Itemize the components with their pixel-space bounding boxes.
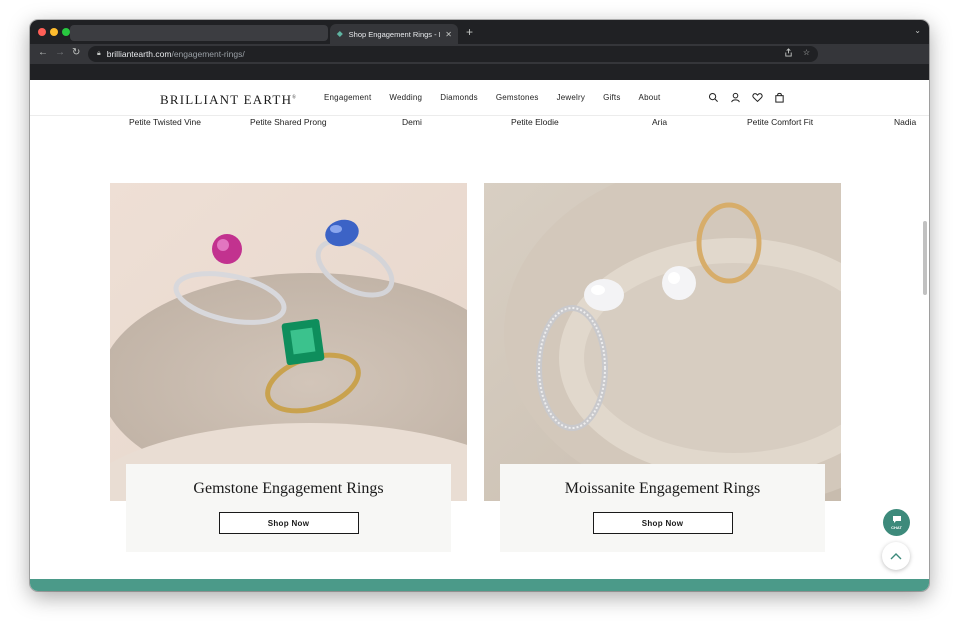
moissanite-card[interactable]: Moissanite Engagement Rings Shop Now [484,183,841,552]
back-arrow-icon[interactable]: ← [38,47,48,58]
new-tab-icon[interactable]: + [466,25,473,39]
moissanite-card-panel: Moissanite Engagement Rings Shop Now [500,464,825,552]
gemstone-card-title: Gemstone Engagement Rings [193,480,384,497]
site-header: BRILLIANT EARTH® Engagement Wedding Diam… [30,80,929,116]
moissanite-card-title: Moissanite Engagement Rings [564,480,761,497]
style-petite-twisted-vine[interactable]: Petite Twisted Vine [129,117,201,127]
gemstone-card-panel: Gemstone Engagement Rings Shop Now [126,464,451,552]
nav-diamonds[interactable]: Diamonds [440,93,478,102]
nav-about[interactable]: About [639,93,661,102]
header-icons [708,92,785,103]
tab-search-chevron-icon[interactable]: ⌄ [914,26,921,35]
gemstone-rings-image[interactable] [110,183,467,501]
nav-gifts[interactable]: Gifts [603,93,620,102]
nav-engagement[interactable]: Engagement [324,93,371,102]
browser-window: Shop Engagement Rings - Eth ✕ + ⌄ ← → ↻ … [30,20,929,591]
gemstone-card[interactable]: Gemstone Engagement Rings Shop Now [110,183,467,552]
gemstone-shop-now-button[interactable]: Shop Now [218,512,359,534]
brand-favicon-icon [336,30,343,38]
url-path: /engagement-rings/ [171,49,245,59]
ring-styles-row: Petite Twisted Vine Petite Shared Prong … [30,116,929,130]
url-host: brilliantearth.com [106,49,172,59]
tab-active[interactable]: Shop Engagement Rings - Eth ✕ [330,24,458,44]
style-demi[interactable]: Demi [402,117,422,127]
share-icon[interactable] [784,48,793,57]
tab-title: Shop Engagement Rings - Eth [348,29,441,39]
maximize-window-button[interactable] [62,28,70,36]
style-nadia[interactable]: Nadia [894,117,916,127]
style-aria[interactable]: Aria [652,117,667,127]
style-petite-comfort-fit[interactable]: Petite Comfort Fit [747,117,813,127]
brand-logo[interactable]: BRILLIANT EARTH® [160,92,297,108]
search-icon[interactable] [708,92,719,103]
moissanite-rings-image[interactable] [484,183,841,501]
web-page: BRILLIANT EARTH® Engagement Wedding Diam… [30,80,929,591]
chat-label: CHAT [891,525,902,530]
back-to-top-button[interactable] [882,542,910,570]
forward-arrow-icon[interactable]: → [55,47,65,58]
close-window-button[interactable] [38,28,46,36]
moissanite-shop-now-button[interactable]: Shop Now [592,512,733,534]
tab-strip: Shop Engagement Rings - Eth ✕ + ⌄ [30,20,929,44]
brand-name: BRILLIANT EARTH [160,92,293,107]
gemstone-rings-photo [110,183,467,501]
nav-gemstones[interactable]: Gemstones [496,93,539,102]
page-scrollbar[interactable] [923,221,927,295]
wishlist-heart-icon[interactable] [752,92,763,103]
chat-button[interactable]: CHAT [883,509,910,536]
bookmark-star-icon[interactable]: ☆ [803,48,810,57]
brand-registered-mark: ® [292,95,298,101]
style-petite-shared-prong[interactable]: Petite Shared Prong [250,117,327,127]
account-icon[interactable] [730,92,741,103]
tab-close-icon[interactable]: ✕ [445,30,452,39]
chevron-up-icon [890,553,902,560]
nav-jewelry[interactable]: Jewelry [557,93,586,102]
minimize-window-button[interactable] [50,28,58,36]
moissanite-rings-photo [484,183,841,501]
lock-icon: 🔒︎ [97,50,101,57]
chat-bubble-icon [892,516,901,523]
nav-wedding[interactable]: Wedding [389,93,422,102]
shopping-bag-icon[interactable] [774,92,785,103]
style-petite-elodie[interactable]: Petite Elodie [511,117,559,127]
browser-toolbar: ← → ↻ 🔒︎ brilliantearth.com /engagement-… [30,44,929,64]
reload-icon[interactable]: ↻ [72,47,80,58]
address-bar[interactable]: 🔒︎ brilliantearth.com /engagement-rings/… [88,46,818,62]
footer-band [30,579,929,591]
tab-inactive[interactable] [70,25,328,41]
main-nav: Engagement Wedding Diamonds Gemstones Je… [324,93,678,102]
toolbar-divider [30,64,929,80]
